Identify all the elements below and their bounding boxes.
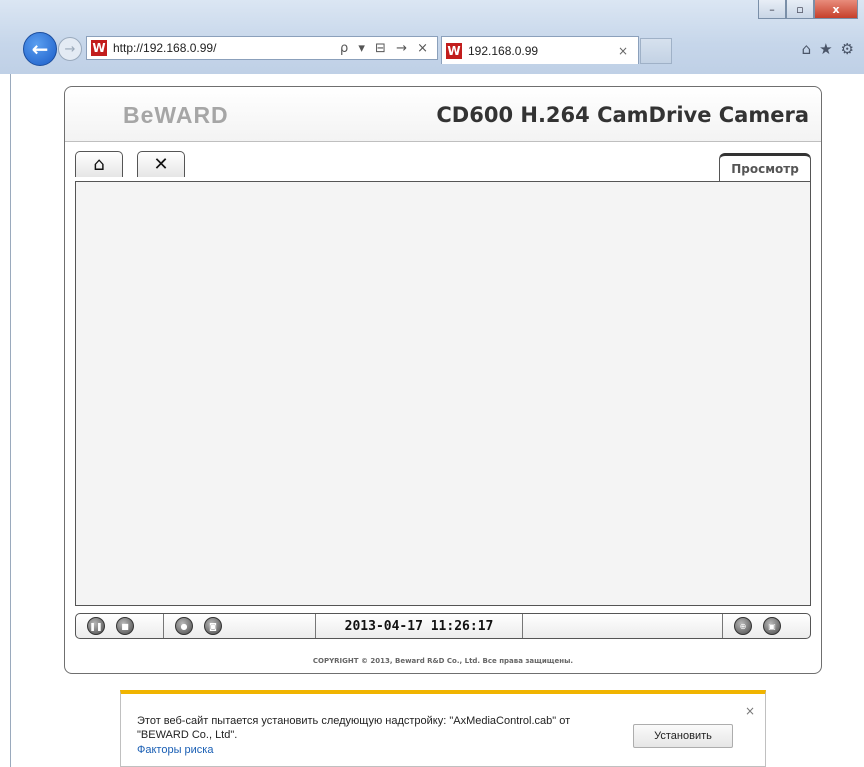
- camera-icon[interactable]: ◙: [204, 617, 222, 635]
- gear-icon[interactable]: ⚙: [841, 40, 854, 58]
- video-viewport[interactable]: [75, 181, 811, 606]
- address-url[interactable]: http://192.168.0.99/: [113, 41, 340, 55]
- address-bar[interactable]: W http://192.168.0.99/ ρ ▾ ⊟ → ×: [86, 36, 438, 60]
- capture-controls: ● ◙: [164, 614, 316, 638]
- maximize-button[interactable]: ▫: [786, 0, 814, 19]
- browser-tab[interactable]: W 192.168.0.99 ×: [441, 36, 639, 64]
- record-icon[interactable]: ●: [175, 617, 193, 635]
- fullscreen-icon[interactable]: ▣: [763, 617, 781, 635]
- forward-arrow-icon: →: [64, 41, 76, 57]
- timestamp: 2013-04-17 11:26:17: [316, 614, 523, 638]
- close-window-button[interactable]: x: [814, 0, 858, 19]
- browser-chrome: – ▫ x ← → W http://192.168.0.99/ ρ ▾ ⊟ →…: [0, 0, 864, 74]
- home-icon: ⌂: [93, 154, 105, 175]
- new-tab-button[interactable]: [640, 38, 672, 64]
- minimize-button[interactable]: –: [758, 0, 786, 19]
- back-button[interactable]: ←: [23, 32, 57, 66]
- beward-logo: BeWARD: [123, 102, 229, 128]
- control-bar: ❚❚ ■ ● ◙ 2013-04-17 11:26:17 ⊕ ▣: [75, 613, 811, 639]
- zoom-icon[interactable]: ⊕: [734, 617, 752, 635]
- tab-favicon-icon: W: [446, 42, 462, 59]
- window-controls: – ▫ x: [758, 0, 858, 19]
- pause-icon[interactable]: ❚❚: [87, 617, 105, 635]
- notification-message: Этот веб-сайт пытается установить следую…: [137, 715, 571, 741]
- copyright: COPYRIGHT © 2013, Beward R&D Co., Ltd. В…: [312, 657, 574, 665]
- tab-close-icon[interactable]: ×: [618, 44, 628, 58]
- tab-view-label: Просмотр: [731, 161, 799, 176]
- address-tools-icons[interactable]: ρ ▾ ⊟ → ×: [340, 41, 431, 56]
- tools-icon: ✕: [153, 154, 169, 175]
- home-icon[interactable]: ⌂: [802, 40, 812, 58]
- install-button[interactable]: Установить: [633, 724, 733, 748]
- settings-button[interactable]: ✕: [137, 151, 185, 177]
- camera-header: BeWARD CD600 H.264 CamDrive Camera: [65, 87, 821, 142]
- camera-page: BeWARD CD600 H.264 CamDrive Camera ⌂ ✕ П…: [64, 86, 822, 674]
- forward-button[interactable]: →: [58, 37, 82, 61]
- back-arrow-icon: ←: [31, 37, 49, 61]
- close-icon[interactable]: ×: [745, 704, 755, 718]
- view-controls: ⊕ ▣: [723, 614, 810, 638]
- stop-icon[interactable]: ■: [116, 617, 134, 635]
- addon-notification-bar: Этот веб-сайт пытается установить следую…: [120, 690, 766, 767]
- risk-factors-link[interactable]: Факторы риска: [137, 744, 213, 756]
- site-favicon-icon: W: [91, 40, 107, 56]
- tab-view[interactable]: Просмотр: [719, 153, 811, 181]
- playback-controls: ❚❚ ■: [76, 614, 164, 638]
- favorites-star-icon[interactable]: ★: [819, 40, 832, 58]
- home-button[interactable]: ⌂: [75, 151, 123, 177]
- page-title: CD600 H.264 CamDrive Camera: [436, 103, 809, 127]
- tab-title: 192.168.0.99: [468, 43, 539, 58]
- status-area: [523, 614, 723, 638]
- toolbar-right-icons: ⌂ ★ ⚙: [802, 40, 854, 58]
